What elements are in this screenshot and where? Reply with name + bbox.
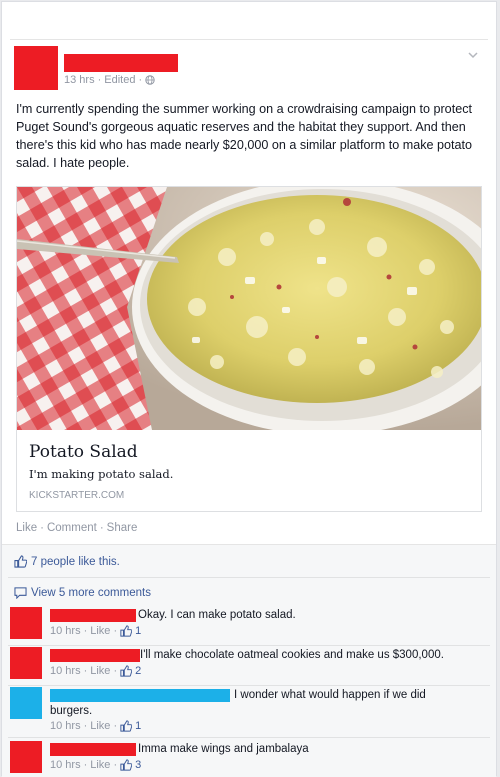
commenter-name-redacted[interactable] bbox=[50, 649, 140, 662]
share-link[interactable]: Share bbox=[107, 522, 138, 534]
commenter-name-redacted[interactable] bbox=[50, 609, 136, 622]
view-more-comments-label[interactable]: View 5 more comments bbox=[31, 587, 151, 599]
thumbs-up-icon bbox=[120, 665, 133, 677]
comment-time[interactable]: 10 hrs bbox=[50, 625, 81, 637]
divider bbox=[8, 577, 490, 578]
comment-like-count[interactable]: 1 bbox=[135, 625, 141, 637]
comment-like-count[interactable]: 3 bbox=[135, 759, 141, 771]
divider bbox=[8, 737, 490, 738]
commenter-avatar-redacted[interactable] bbox=[10, 607, 42, 639]
comment-meta: 10 hrs · Like · 3 bbox=[50, 759, 142, 771]
divider bbox=[8, 645, 490, 646]
comment-meta: 10 hrs · Like · 1 bbox=[50, 625, 142, 637]
commenter-avatar-redacted[interactable] bbox=[10, 687, 42, 719]
comment-text: Imma make wings and jambalaya bbox=[138, 743, 309, 755]
view-more-comments[interactable]: View 5 more comments bbox=[14, 587, 151, 599]
attachment-title[interactable]: Potato Salad bbox=[29, 442, 138, 462]
post-meta: 13 hrs · Edited · bbox=[64, 74, 155, 86]
potato-salad-image bbox=[17, 187, 481, 430]
likes-count-text[interactable]: 7 people like this. bbox=[31, 556, 120, 568]
comment-time[interactable]: 10 hrs bbox=[50, 759, 81, 771]
top-divider bbox=[10, 39, 488, 40]
comment-item: Okay. I can make potato salad. 10 hrs · … bbox=[10, 607, 490, 645]
comment-like-count[interactable]: 2 bbox=[135, 665, 141, 677]
thumbs-up-icon bbox=[120, 759, 133, 771]
post-text: I'm currently spending the summer workin… bbox=[16, 102, 473, 170]
link-attachment[interactable]: Potato Salad I'm making potato salad. KI… bbox=[16, 186, 482, 512]
comment-like-link[interactable]: Like bbox=[90, 759, 110, 771]
author-name-redacted[interactable] bbox=[64, 54, 178, 72]
thumbs-up-icon bbox=[120, 720, 133, 732]
likes-summary[interactable]: 7 people like this. bbox=[14, 555, 120, 568]
globe-icon[interactable] bbox=[145, 75, 155, 85]
comment-time[interactable]: 10 hrs bbox=[50, 720, 81, 732]
comment-time[interactable]: 10 hrs bbox=[50, 665, 81, 677]
comment-meta: 10 hrs · Like · 2 bbox=[50, 665, 142, 677]
commenter-name-redacted[interactable] bbox=[50, 743, 136, 756]
divider bbox=[8, 685, 490, 686]
potato-salad-photo[interactable] bbox=[17, 187, 481, 430]
commenter-avatar-redacted[interactable] bbox=[10, 647, 42, 679]
post-actions: Like · Comment · Share bbox=[16, 522, 138, 534]
thumbs-up-icon bbox=[14, 555, 27, 568]
feedback-section: 7 people like this. View 5 more comments… bbox=[2, 544, 496, 777]
comment-like-link[interactable]: Like bbox=[90, 625, 110, 637]
comment-link[interactable]: Comment bbox=[47, 522, 97, 534]
chevron-down-icon[interactable] bbox=[468, 50, 478, 60]
commenter-name-redacted[interactable] bbox=[50, 689, 230, 702]
comment-text-continued: burgers. bbox=[50, 705, 93, 717]
commenter-avatar-redacted[interactable] bbox=[10, 741, 42, 773]
edited-label[interactable]: Edited bbox=[104, 74, 135, 86]
comment-text: I'll make chocolate oatmeal cookies and … bbox=[140, 649, 444, 661]
like-link[interactable]: Like bbox=[16, 522, 37, 534]
comment-bubble-icon bbox=[14, 587, 27, 599]
thumbs-up-icon bbox=[120, 625, 133, 637]
author-avatar-redacted[interactable] bbox=[14, 46, 58, 90]
comment-item: Imma make wings and jambalaya 10 hrs · L… bbox=[10, 741, 490, 777]
attachment-domain: KICKSTARTER.COM bbox=[29, 490, 125, 501]
comment-text: I wonder what would happen if we did bbox=[234, 689, 426, 701]
comment-like-count[interactable]: 1 bbox=[135, 720, 141, 732]
post-card: 13 hrs · Edited · I'm currently spending… bbox=[1, 1, 497, 777]
comment-like-link[interactable]: Like bbox=[90, 720, 110, 732]
comment-item: I wonder what would happen if we did bur… bbox=[10, 687, 490, 737]
post-time[interactable]: 13 hrs bbox=[64, 74, 95, 86]
attachment-description: I'm making potato salad. bbox=[29, 467, 174, 481]
comment-item: I'll make chocolate oatmeal cookies and … bbox=[10, 647, 490, 685]
comment-text: Okay. I can make potato salad. bbox=[138, 609, 296, 621]
comment-meta: 10 hrs · Like · 1 bbox=[50, 720, 142, 732]
comment-like-link[interactable]: Like bbox=[90, 665, 110, 677]
